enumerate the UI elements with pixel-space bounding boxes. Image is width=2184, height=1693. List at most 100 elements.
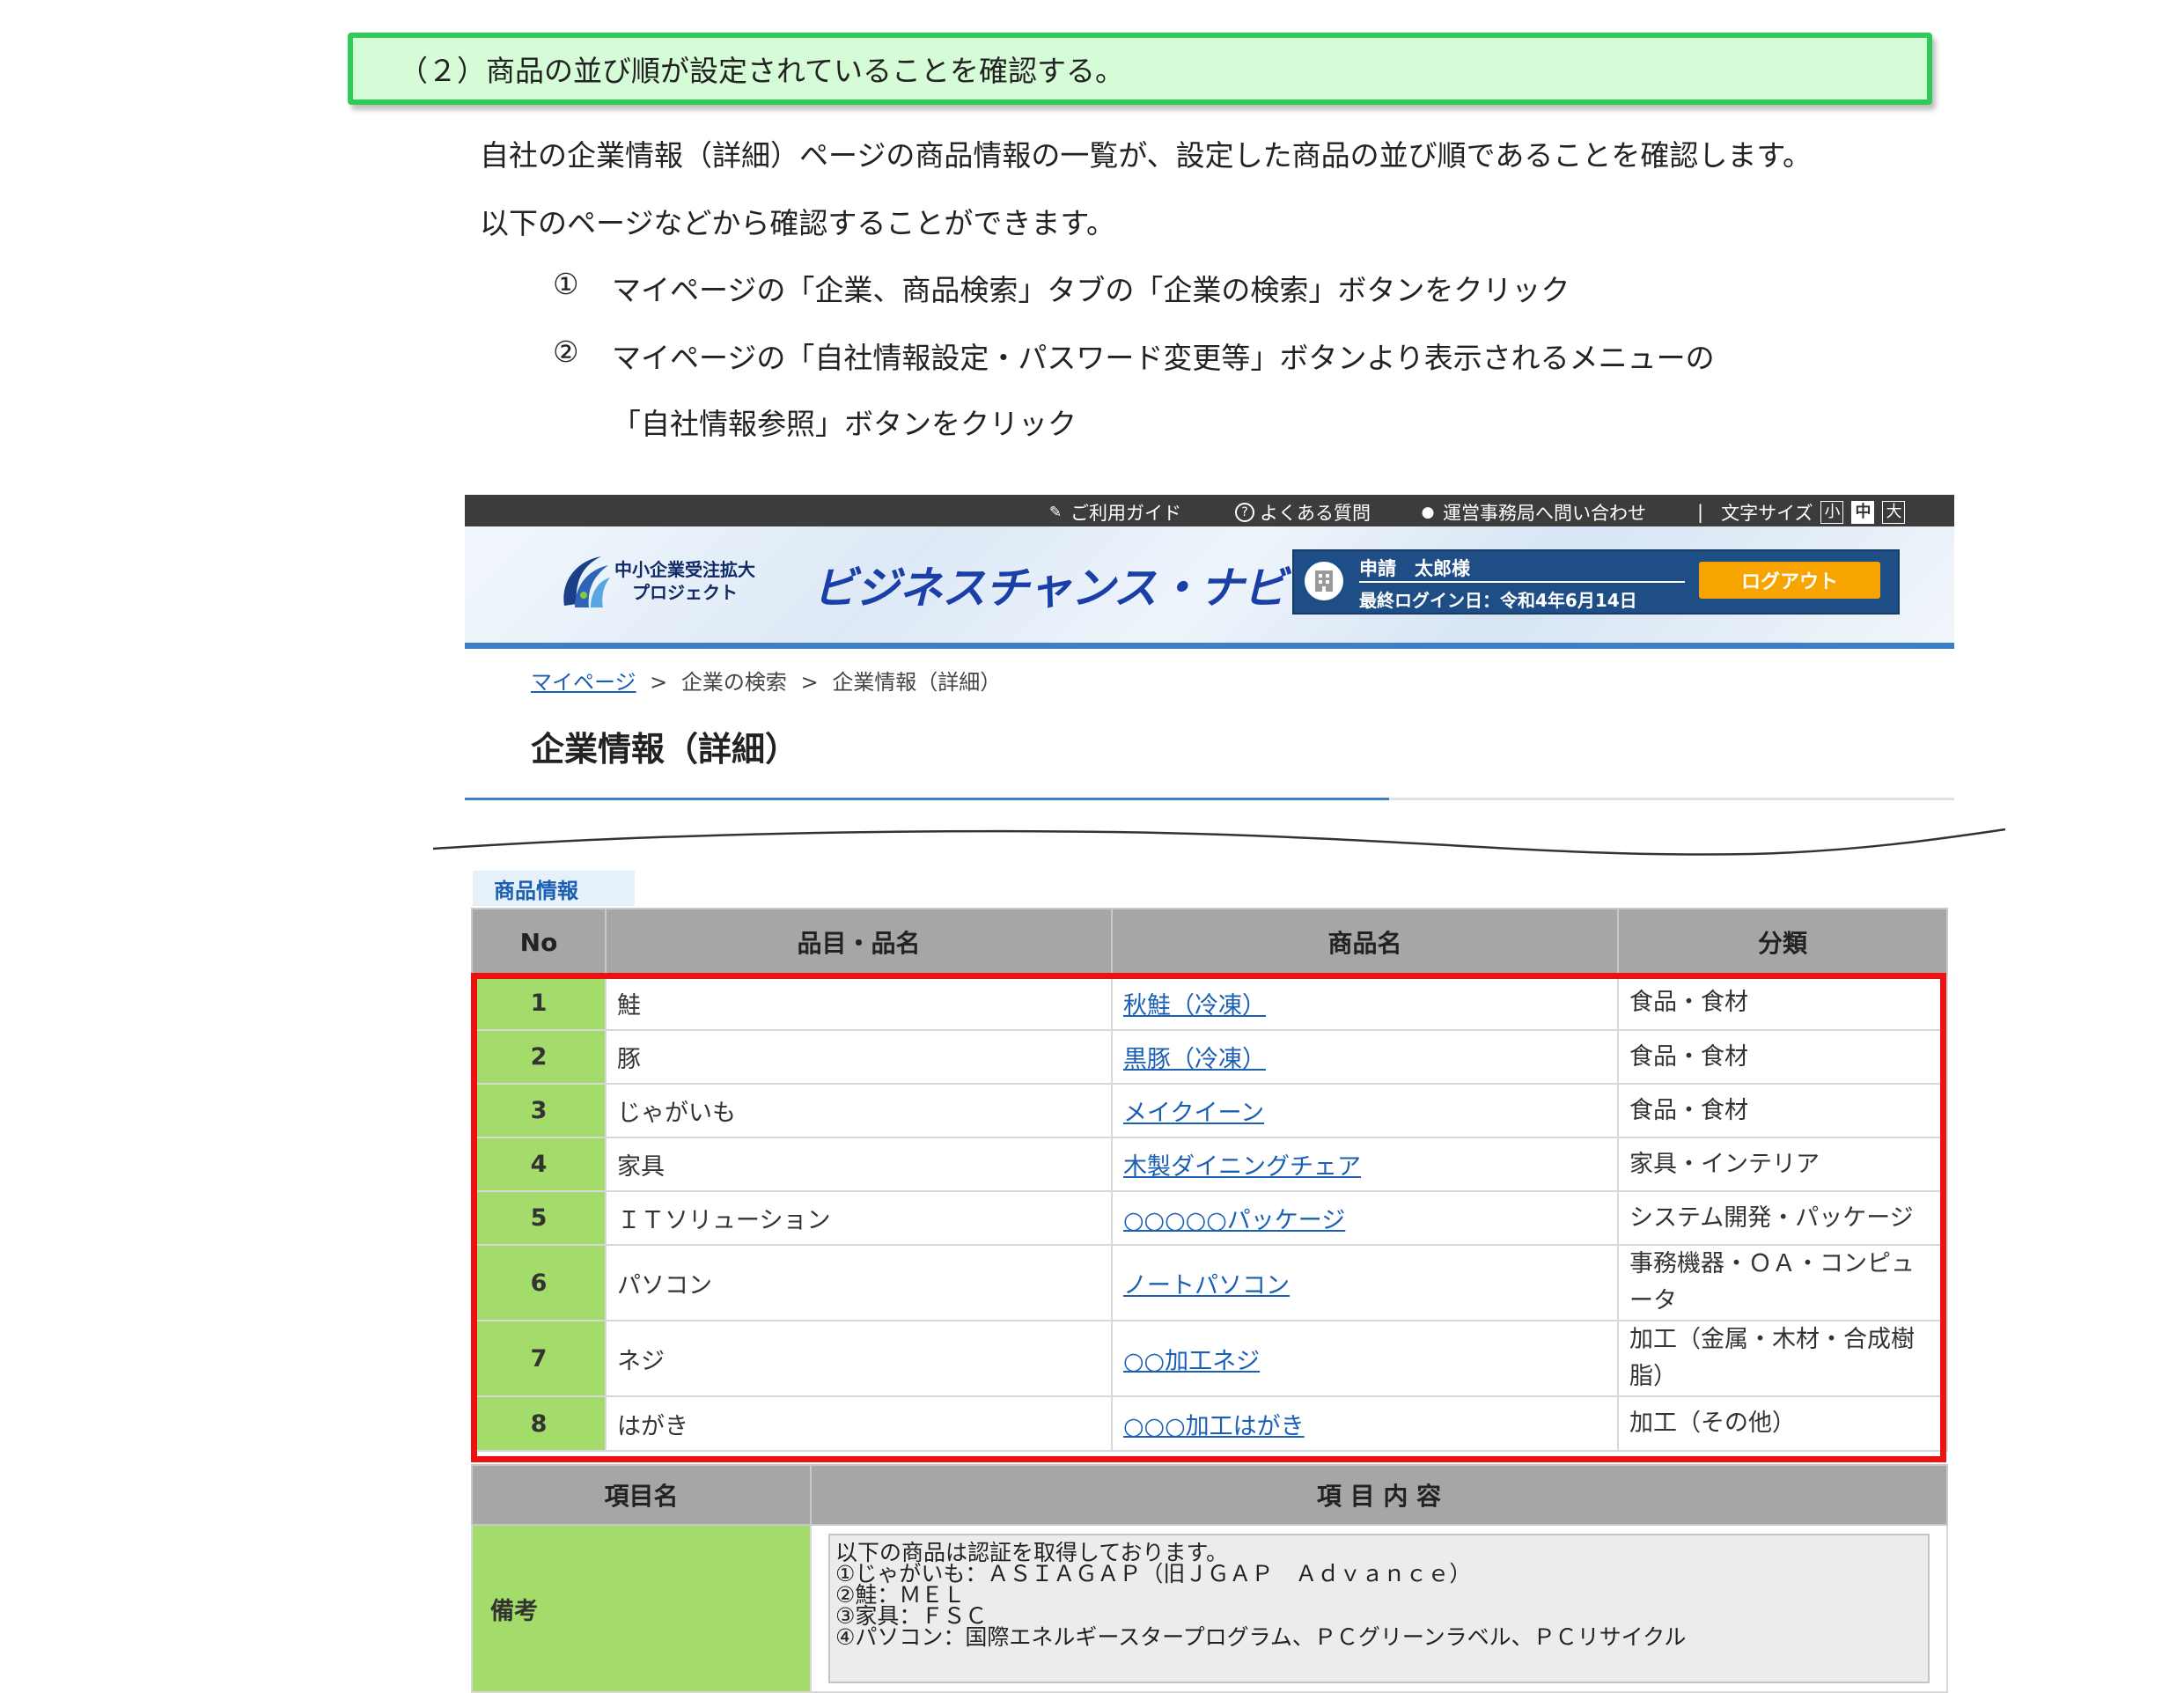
product-name-cell: 黒豚（冷凍） — [1111, 1029, 1619, 1085]
page-title: 企業情報（詳細） — [531, 730, 799, 769]
table-row: 6 パソコン ノートパソコン 事務機器・ＯＡ・コンピュータ — [471, 1244, 1948, 1321]
user-divider — [1359, 581, 1685, 583]
question-icon: ? — [1235, 503, 1254, 522]
note-line: ④パソコン：国際エネルギースタープログラム、ＰＣグリーンラベル、ＰＣリサイクル — [835, 1624, 1687, 1650]
breadcrumb-separator: > — [650, 670, 668, 695]
row-number: 2 — [471, 1029, 607, 1085]
breadcrumb: マイページ > 企業の検索 > 企業情報（詳細） — [531, 665, 1001, 696]
item-cell: ネジ — [605, 1320, 1113, 1397]
row-number: 6 — [471, 1244, 607, 1321]
category-cell: 食品・食材 — [1617, 1029, 1948, 1085]
guide-label: ご利用ガイド — [1070, 503, 1181, 524]
topbar-separator: | — [1697, 502, 1704, 523]
table-row: 8 はがき ○○○加工はがき 加工（その他） — [471, 1395, 1948, 1452]
category-cell: 事務機器・ＯＡ・コンピュータ — [1617, 1244, 1948, 1321]
table-row: 3 じゃがいも メイクイーン 食品・食材 — [471, 1083, 1948, 1138]
product-link[interactable]: ○○加工ネジ — [1123, 1348, 1260, 1375]
omission-wave-divider — [432, 828, 2006, 856]
step-1-marker: ① — [553, 267, 579, 301]
brand-name[interactable]: ビジネスチャンス・ナビ — [813, 553, 1286, 616]
project-logo-text: 中小企業受注拡大 プロジェクト — [614, 558, 755, 604]
category-cell: 加工（金属・木材・合成樹脂） — [1617, 1320, 1948, 1397]
user-name: 申請 太郎様 — [1359, 558, 1470, 579]
category-cell: 家具・インテリア — [1617, 1137, 1948, 1192]
table-row: 5 ＩＴソリューション ○○○○○パッケージ システム開発・パッケージ — [471, 1190, 1948, 1246]
item-cell: パソコン — [605, 1244, 1113, 1321]
note-line: ②鮭：ＭＥＬ — [835, 1582, 966, 1608]
products-table: No 品目・品名 商品名 分類 1 鮭 秋鮭（冷凍） 食品・食材 2 豚 黒豚（… — [471, 908, 1948, 1452]
notes-label: 備考 — [471, 1524, 812, 1693]
pencil-icon: ✎ — [1048, 504, 1063, 521]
faq-link[interactable]: ? よくある質問 — [1235, 499, 1371, 526]
font-size-control: | 文字サイズ 小 中 大 — [1697, 499, 1906, 526]
contact-link[interactable]: ● 運営事務局へ問い合わせ — [1418, 499, 1646, 526]
logo-line-1: 中小企業受注拡大 — [614, 559, 755, 580]
column-header-product-name: 商品名 — [1111, 908, 1619, 976]
table-row: 4 家具 木製ダイニングチェア 家具・インテリア — [471, 1137, 1948, 1192]
notes-header-row: 項目名 項 目 内 容 — [471, 1464, 1948, 1526]
product-link[interactable]: 木製ダイニングチェア — [1123, 1153, 1361, 1181]
column-header-item-content: 項 目 内 容 — [810, 1464, 1948, 1526]
logo-line-2: プロジェクト — [632, 582, 738, 603]
breadcrumb-mypage-link[interactable]: マイページ — [531, 670, 636, 695]
building-icon — [1305, 562, 1343, 600]
product-link[interactable]: 黒豚（冷凍） — [1123, 1046, 1266, 1073]
intro-line-2: 以下のページなどから確認することができます。 — [480, 206, 1116, 240]
product-name-cell: ○○○加工はがき — [1111, 1395, 1619, 1452]
item-cell: 家具 — [605, 1137, 1113, 1192]
category-cell: 食品・食材 — [1617, 1083, 1948, 1138]
category-cell: 食品・食材 — [1617, 975, 1948, 1031]
notes-textarea[interactable]: 以下の商品は認証を取得しております。 ①じゃがいも：ＡＳＩＡＧＡＰ（旧ＪＧＡＰ … — [828, 1534, 1930, 1683]
row-number: 3 — [471, 1083, 607, 1138]
item-cell: 鮭 — [605, 975, 1113, 1031]
breadcrumb-search: 企業の検索 — [680, 670, 787, 695]
product-link[interactable]: 秋鮭（冷凍） — [1123, 992, 1266, 1019]
title-divider-accent — [465, 798, 1389, 800]
product-link[interactable]: メイクイーン — [1123, 1100, 1264, 1127]
table-row: 1 鮭 秋鮭（冷凍） 食品・食材 — [471, 975, 1948, 1031]
product-name-cell: 秋鮭（冷凍） — [1111, 975, 1619, 1031]
notes-row: 備考 以下の商品は認証を取得しております。 ①じゃがいも：ＡＳＩＡＧＡＰ（旧ＪＧ… — [471, 1524, 1948, 1693]
item-cell: じゃがいも — [605, 1083, 1113, 1138]
logout-button[interactable]: ログアウト — [1699, 562, 1880, 599]
section-heading-text: （２）商品の並び順が設定されていることを確認する。 — [399, 54, 1125, 88]
notes-table: 項目名 項 目 内 容 備考 以下の商品は認証を取得しております。 ①じゃがいも… — [471, 1464, 1948, 1693]
item-cell: はがき — [605, 1395, 1113, 1452]
products-header-row: No 品目・品名 商品名 分類 — [471, 908, 1948, 976]
font-size-small-button[interactable]: 小 — [1820, 501, 1844, 524]
column-header-category: 分類 — [1617, 908, 1948, 976]
row-number: 4 — [471, 1137, 607, 1192]
step-2-marker: ② — [553, 335, 579, 369]
category-cell: 加工（その他） — [1617, 1395, 1948, 1452]
row-number: 5 — [471, 1190, 607, 1246]
product-link[interactable]: ○○○加工はがき — [1123, 1413, 1305, 1440]
product-link[interactable]: ○○○○○パッケージ — [1123, 1207, 1345, 1234]
row-number: 8 — [471, 1395, 607, 1452]
font-size-large-button[interactable]: 大 — [1882, 501, 1906, 524]
product-name-cell: ○○○○○パッケージ — [1111, 1190, 1619, 1246]
guide-link[interactable]: ✎ ご利用ガイド — [1046, 499, 1181, 526]
product-name-cell: 木製ダイニングチェア — [1111, 1137, 1619, 1192]
site-header: 中小企業受注拡大 プロジェクト ビジネスチャンス・ナビ 申請 太郎様 最終ログイ… — [465, 526, 1954, 649]
step-2-text: マイページの「自社情報設定・パスワード変更等」ボタンより表示されるメニューの — [612, 341, 1715, 375]
speech-bubble-icon: ● — [1421, 504, 1435, 521]
column-header-item-name: 項目名 — [471, 1464, 812, 1526]
note-line: ①じゃがいも：ＡＳＩＡＧＡＰ（旧ＪＧＡＰ Ａｄｖａｎｃｅ） — [835, 1561, 1472, 1586]
table-row: 2 豚 黒豚（冷凍） 食品・食材 — [471, 1029, 1948, 1085]
product-name-cell: メイクイーン — [1111, 1083, 1619, 1138]
last-login: 最終ログイン日：令和4年6月14日 — [1359, 590, 1637, 611]
item-cell: 豚 — [605, 1029, 1113, 1085]
step-2-continuation: 「自社情報参照」ボタンをクリック — [612, 407, 1077, 441]
column-header-item: 品目・品名 — [605, 908, 1113, 976]
step-1-text: マイページの「企業、商品検索」タブの「企業の検索」ボタンをクリック — [612, 273, 1570, 307]
table-row: 7 ネジ ○○加工ネジ 加工（金属・木材・合成樹脂） — [471, 1320, 1948, 1397]
row-number: 1 — [471, 975, 607, 1031]
products-tab-label: 商品情報 — [473, 871, 635, 906]
project-logo-icon — [563, 556, 610, 607]
user-panel: 申請 太郎様 最終ログイン日：令和4年6月14日 ログアウト — [1292, 549, 1900, 615]
faq-label: よくある質問 — [1260, 503, 1371, 524]
product-link[interactable]: ノートパソコン — [1123, 1272, 1290, 1299]
font-size-medium-button[interactable]: 中 — [1851, 501, 1875, 524]
item-cell: ＩＴソリューション — [605, 1190, 1113, 1246]
contact-label: 運営事務局へ問い合わせ — [1443, 503, 1646, 524]
